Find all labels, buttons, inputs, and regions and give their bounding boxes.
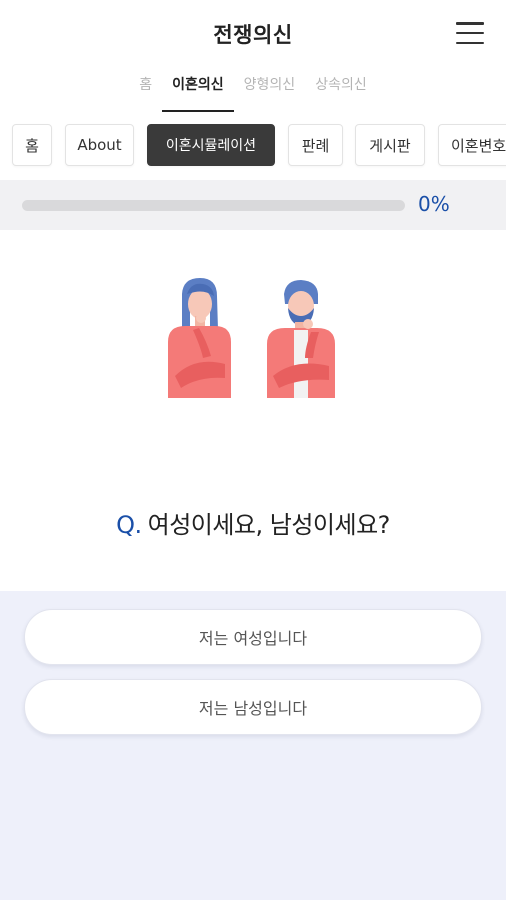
tab-home[interactable]: 홈	[130, 68, 161, 108]
sub-nav-divorce-simulation[interactable]: 이혼시뮬레이션	[147, 124, 275, 166]
sub-nav-home[interactable]: 홈	[12, 124, 52, 166]
thinking-woman-and-man-illustration	[168, 278, 335, 398]
question: Q. 여성이세요, 남성이세요?	[0, 505, 506, 540]
app-title: 전쟁의신	[213, 23, 293, 47]
progress-bar	[22, 200, 405, 211]
sub-nav: 홈 About 이혼시뮬레이션 판례 게시판 이혼변호	[0, 122, 506, 170]
sub-nav-precedents[interactable]: 판례	[288, 124, 343, 166]
answer-area: 저는 여성입니다 저는 남성입니다	[0, 591, 506, 900]
app-header: 전쟁의신	[0, 0, 506, 68]
answer-female-button[interactable]: 저는 여성입니다	[24, 609, 482, 665]
hamburger-menu-icon[interactable]	[456, 22, 484, 44]
tab-inheritance[interactable]: 상속의신	[306, 68, 376, 108]
man-figure	[267, 280, 335, 398]
answer-male-button[interactable]: 저는 남성입니다	[24, 679, 482, 735]
sub-nav-divorce-lawyer[interactable]: 이혼변호	[438, 124, 506, 166]
woman-figure	[168, 278, 231, 398]
tab-sentencing[interactable]: 양형의신	[235, 68, 305, 108]
sub-nav-about[interactable]: About	[65, 124, 134, 166]
progress-percent: 0%	[418, 192, 450, 216]
question-text: 여성이세요, 남성이세요?	[147, 511, 391, 539]
category-tabs: 홈 이혼의신 양형의신 상속의신	[0, 68, 506, 114]
tab-divorce[interactable]: 이혼의신	[162, 68, 234, 112]
sub-nav-board[interactable]: 게시판	[355, 124, 425, 166]
question-prefix: Q.	[116, 511, 142, 539]
progress-section: 0%	[0, 180, 506, 230]
